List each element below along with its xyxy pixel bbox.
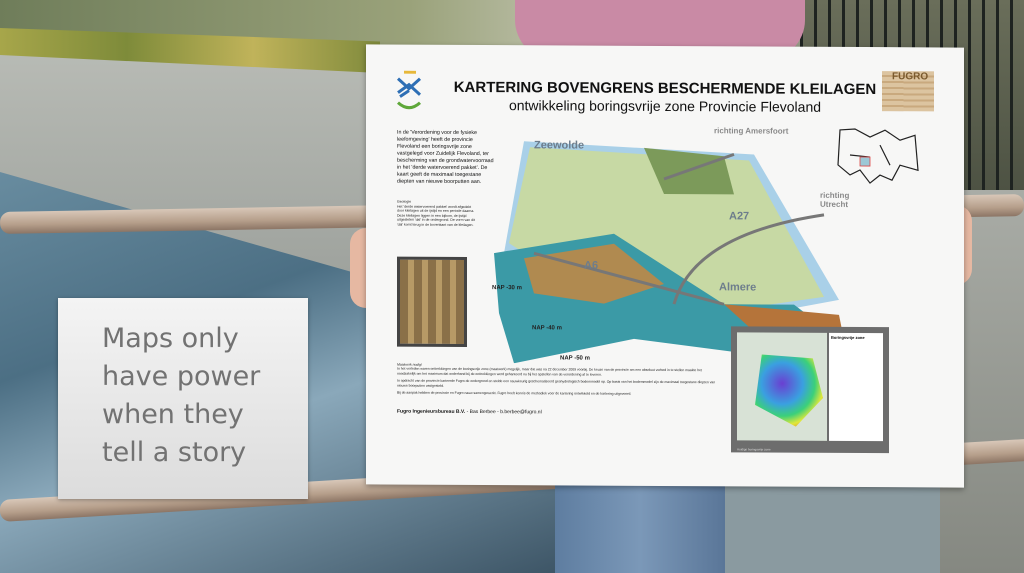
poster-title: KARTERING BOVENGRENS BESCHERMENDE KLEILA… (453, 78, 877, 99)
caption-box: Maps only have power when they tell a st… (58, 298, 308, 499)
caption-line-1: Maps only (102, 323, 239, 354)
geology-body: Het 'derde watervoerend pakket' wordt af… (397, 204, 475, 227)
caption-line-2: have power (102, 361, 261, 392)
footer-company: Fugro Ingenieursbureau B.V. (397, 408, 466, 415)
caption-line-4: tell a story (102, 437, 247, 468)
label-utrecht: richting Utrecht (820, 190, 850, 209)
label-almere: Almere (719, 281, 757, 294)
label-zeewolde: Zeewolde (534, 139, 585, 152)
label-amersfoort: richting Amersfoort (714, 126, 789, 136)
body-paragraph-1: In het verleden waren onttrekkingen van … (397, 367, 702, 377)
body-text: Maatwerk nodig! In het verleden waren ont… (397, 363, 717, 400)
geology-text: Geologie Het 'derde watervoerend pakket'… (397, 200, 477, 228)
panel-caption: Huidige boringsvrije zone (737, 447, 771, 452)
boringsvrije-zone-panel: Boringsvrije zone Huidige boringsvrije z… (731, 326, 889, 454)
legend-title: Boringsvrije zone (831, 334, 865, 341)
label-nap-50: NAP -50 m (560, 355, 590, 362)
poster-footer: Fugro Ingenieursbureau B.V. - Bas Berbee… (397, 409, 542, 416)
soil-core-photo (397, 256, 467, 347)
poster-subtitle: ontwikkeling boringsvrije zone Provincie… (508, 97, 822, 115)
map-poster: FUGRO KARTERING BOVENGRENS BESCHERMENDE … (366, 44, 964, 488)
person-jeans (555, 480, 725, 573)
netherlands-inset-map (837, 128, 919, 184)
body-paragraph-2: In opdracht van de provincie karteerde F… (397, 378, 716, 388)
depth-heatmap (755, 354, 823, 426)
body-paragraph-3: Bij de aanpak hebben de provincie en Fug… (397, 390, 632, 396)
label-nap-40: NAP -40 m (532, 325, 562, 332)
label-nap-30: NAP -30 m (492, 285, 522, 292)
map-legend: Boringsvrije zone (829, 332, 883, 442)
label-a6: A6 (584, 259, 599, 272)
detail-map (737, 332, 827, 441)
intro-text: In de 'Verordening voor de fysieke leefo… (397, 129, 494, 186)
label-a27: A27 (729, 210, 750, 223)
footer-contact: - Bas Berbee - b.berbee@fugro.nl (466, 408, 542, 416)
caption-line-3: when they (102, 399, 244, 430)
